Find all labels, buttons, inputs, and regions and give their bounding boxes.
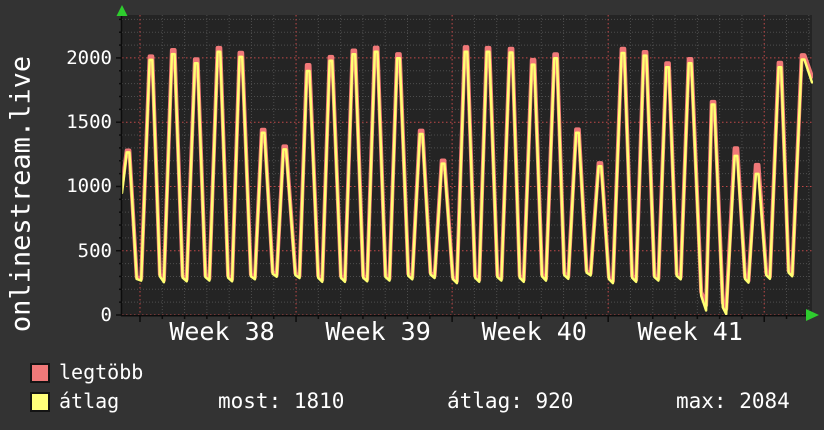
x-week-label: Week 40 [481, 317, 587, 346]
x-axis-arrow-icon [806, 309, 819, 321]
legend-label-legtobb: legtöbb [59, 360, 144, 384]
stat-most: most: 1810 [218, 389, 345, 413]
rrd-graph-screen: onlinestream.live 0 500 1000 1500 2000 Week … [0, 0, 824, 430]
legend-swatch-atlag [30, 392, 50, 412]
x-week-label: Week 38 [169, 317, 275, 346]
y-axis-arrow-icon [116, 5, 128, 16]
x-week-label: Week 39 [325, 317, 431, 346]
y-tick-label: 1500 [66, 111, 112, 134]
y-tick-label: 500 [77, 239, 112, 262]
y-tick-label: 1000 [66, 175, 112, 198]
legend-swatch-legtobb [30, 363, 50, 383]
stat-atlag: átlag: 920 [447, 389, 574, 413]
stat-max: max: 2084 [676, 389, 790, 413]
legend-label-atlag: átlag [59, 389, 120, 413]
x-week-label: Week 41 [637, 317, 743, 346]
y-tick-label: 2000 [66, 46, 112, 69]
y-tick-label: 0 [100, 304, 112, 326]
chart-plot [116, 5, 819, 322]
